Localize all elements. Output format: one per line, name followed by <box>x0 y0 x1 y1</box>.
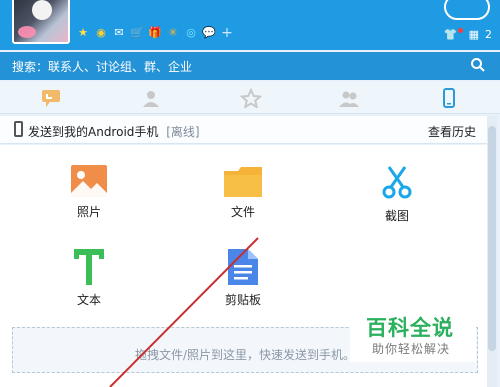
tile-label: 文件 <box>230 205 255 219</box>
tile-text[interactable]: 文本 <box>44 249 134 308</box>
header-right-tools: 👕 ▦ 2 <box>444 28 492 41</box>
app-toolbar: ★ ◉ ✉ 🛒 🎁 ✳ ◎ 💬 + <box>76 26 234 42</box>
avatar[interactable] <box>12 0 70 44</box>
search-bar[interactable]: 搜索：联系人、讨论组、群、企业 <box>0 52 500 80</box>
tile-file[interactable]: 文件 <box>198 165 288 220</box>
apps-count: 2 <box>485 28 492 41</box>
phone-icon[interactable] <box>438 88 460 108</box>
plus-icon[interactable]: + <box>220 26 234 40</box>
watermark-title: 百科全说 <box>366 316 454 340</box>
search-icon[interactable] <box>470 57 486 73</box>
main-tabs <box>0 82 500 114</box>
favorite-icon[interactable] <box>240 88 262 108</box>
apps-grid-icon[interactable]: ▦ <box>469 28 479 41</box>
tile-label: 剪贴板 <box>224 293 261 307</box>
header-bar: ★ ◉ ✉ 🛒 🎁 ✳ ◎ 💬 + 👕 ▦ 2 <box>0 0 500 50</box>
star-icon[interactable]: ★ <box>76 26 90 40</box>
phone-small-icon <box>14 121 23 137</box>
cloud-icon[interactable] <box>444 0 490 20</box>
ring-icon[interactable]: ◉ <box>94 26 108 40</box>
tile-photo[interactable]: 照片 <box>44 165 134 220</box>
swirl-icon[interactable]: ◎ <box>184 26 198 40</box>
image-icon <box>71 165 107 197</box>
cart-icon[interactable]: 🛒 <box>130 26 144 40</box>
scissors-icon <box>382 166 412 199</box>
watermark-subtitle: 助你轻松解决 <box>372 342 451 356</box>
text-icon <box>74 249 104 285</box>
scrollbar[interactable] <box>487 116 497 387</box>
gift-icon[interactable]: 🎁 <box>148 26 162 40</box>
tile-label: 照片 <box>76 205 101 219</box>
shirt-icon[interactable]: 👕 <box>444 28 458 41</box>
device-status: [离线] <box>166 125 200 139</box>
group-icon[interactable] <box>338 88 360 108</box>
clipboard-icon <box>228 249 258 285</box>
device-bar: 发送到我的Android手机 [离线] 查看历史 <box>0 116 488 144</box>
watermark: 百科全说 助你轻松解决 <box>350 302 476 362</box>
conversation-icon[interactable] <box>40 88 62 108</box>
mail-icon[interactable]: ✉ <box>112 26 126 40</box>
tile-clipboard[interactable]: 剪贴板 <box>198 249 288 308</box>
device-name: 发送到我的Android手机 <box>28 125 159 139</box>
contact-icon[interactable] <box>140 88 162 108</box>
device-title: 发送到我的Android手机 [离线] <box>28 123 200 140</box>
folder-icon <box>224 167 262 197</box>
tile-label: 截图 <box>384 209 409 223</box>
scrollbar-thumb[interactable] <box>488 126 496 351</box>
game-icon[interactable]: ✳ <box>166 26 180 40</box>
tile-screenshot[interactable]: 截图 <box>352 165 442 224</box>
tile-label: 文本 <box>76 293 101 307</box>
notification-dot <box>457 28 463 33</box>
search-input[interactable]: 搜索：联系人、讨论组、群、企业 <box>12 58 192 75</box>
history-link[interactable]: 查看历史 <box>428 123 476 140</box>
chat-icon[interactable]: 💬 <box>202 26 216 40</box>
